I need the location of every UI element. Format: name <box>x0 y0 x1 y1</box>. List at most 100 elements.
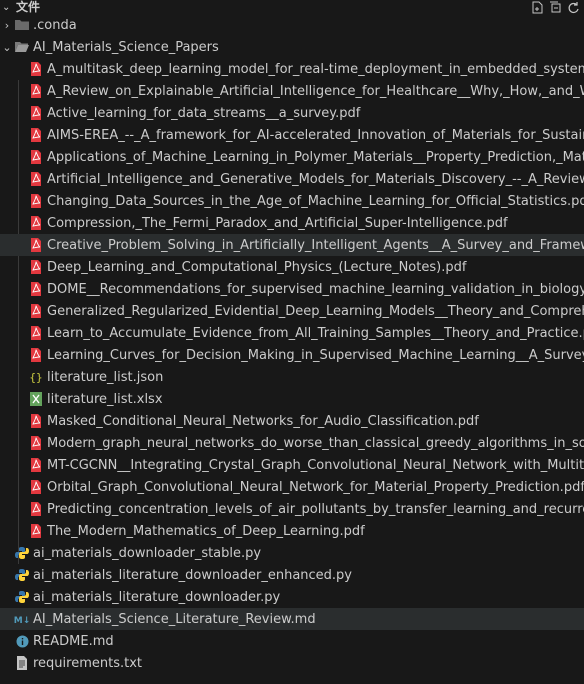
file-item[interactable]: Orbital_Graph_Convolutional_Neural_Netwo… <box>0 476 584 498</box>
file-item[interactable]: Applications_of_Machine_Learning_in_Poly… <box>0 146 584 168</box>
pdf-file-icon <box>28 193 44 209</box>
markdown-file-icon: M↓ <box>14 611 30 627</box>
file-label: Learn_to_Accumulate_Evidence_from_All_Tr… <box>47 325 584 341</box>
new-file-icon[interactable] <box>530 0 544 14</box>
file-label: Learning_Curves_for_Decision_Making_in_S… <box>47 347 584 363</box>
file-item[interactable]: Changing_Data_Sources_in_the_Age_of_Mach… <box>0 190 584 212</box>
file-item[interactable]: Artificial_Intelligence_and_Generative_M… <box>0 168 584 190</box>
folder-ai-materials-science-papers[interactable]: ⌄ AI_Materials_Science_Papers <box>0 36 584 58</box>
file-item[interactable]: A_Review_on_Explainable_Artificial_Intel… <box>0 80 584 102</box>
folder-icon <box>14 17 30 33</box>
file-label: MT-CGCNN__Integrating_Crystal_Graph_Conv… <box>47 457 584 473</box>
text-file-icon <box>14 655 30 671</box>
pdf-file-icon <box>28 149 44 165</box>
file-label: Changing_Data_Sources_in_the_Age_of_Mach… <box>47 193 584 209</box>
pdf-file-icon <box>28 61 44 77</box>
file-item[interactable]: Active_learning_for_data_streams__a_surv… <box>0 102 584 124</box>
file-item[interactable]: Modern_graph_neural_networks_do_worse_th… <box>0 432 584 454</box>
file-item[interactable]: literature_list.xlsx <box>0 388 584 410</box>
file-item[interactable]: Creative_Problem_Solving_in_Artificially… <box>0 234 584 256</box>
pdf-file-icon <box>28 457 44 473</box>
file-item[interactable]: A_multitask_deep_learning_model_for_real… <box>0 58 584 80</box>
python-file-icon <box>14 589 30 605</box>
svg-text:M↓: M↓ <box>14 616 30 625</box>
file-label: literature_list.json <box>47 369 164 385</box>
explorer-header: ⌄ 文件 <box>0 0 584 14</box>
file-label: literature_list.xlsx <box>47 391 163 407</box>
file-tree: › .conda ⌄ AI_Materials_Science_Papers A… <box>0 14 584 674</box>
file-label: README.md <box>33 633 114 649</box>
file-item[interactable]: Compression,_The_Fermi_Paradox_and_Artif… <box>0 212 584 234</box>
info-icon <box>14 633 30 649</box>
explorer-title: 文件 <box>16 0 41 14</box>
file-label: AIMS-EREA_--_A_framework_for_AI-accelera… <box>47 127 584 143</box>
file-label: Masked_Conditional_Neural_Networks_for_A… <box>47 413 479 429</box>
file-item[interactable]: ai_materials_downloader_stable.py <box>0 542 584 564</box>
open-folder-icon <box>14 39 30 55</box>
svg-text:{}: {} <box>29 371 42 384</box>
pdf-file-icon <box>28 105 44 121</box>
file-label: Generalized_Regularized_Evidential_Deep_… <box>47 303 584 319</box>
file-item[interactable]: M↓ AI_Materials_Science_Literature_Review… <box>0 608 584 630</box>
file-label: A_Review_on_Explainable_Artificial_Intel… <box>47 83 584 99</box>
pdf-file-icon <box>28 303 44 319</box>
pdf-file-icon <box>28 413 44 429</box>
file-label: ai_materials_literature_downloader_enhan… <box>33 567 352 583</box>
folder-label: AI_Materials_Science_Papers <box>33 39 219 55</box>
pdf-file-icon <box>28 501 44 517</box>
file-label: DOME__Recommendations_for_supervised_mac… <box>47 281 584 297</box>
file-item[interactable]: Predicting_concentration_levels_of_air_p… <box>0 498 584 520</box>
folder-conda[interactable]: › .conda <box>0 14 584 36</box>
file-item[interactable]: DOME__Recommendations_for_supervised_mac… <box>0 278 584 300</box>
json-file-icon: {} <box>28 369 44 385</box>
file-label: Applications_of_Machine_Learning_in_Poly… <box>47 149 584 165</box>
pdf-file-icon <box>28 325 44 341</box>
file-item[interactable]: Generalized_Regularized_Evidential_Deep_… <box>0 300 584 322</box>
file-label: AI_Materials_Science_Literature_Review.m… <box>33 611 316 627</box>
file-item[interactable]: The_Modern_Mathematics_of_Deep_Learning.… <box>0 520 584 542</box>
file-item[interactable]: README.md <box>0 630 584 652</box>
file-item[interactable]: Deep_Learning_and_Computational_Physics_… <box>0 256 584 278</box>
refresh-icon[interactable] <box>566 0 580 14</box>
pdf-file-icon <box>28 237 44 253</box>
pdf-file-icon <box>28 479 44 495</box>
file-item[interactable]: ai_materials_literature_downloader_enhan… <box>0 564 584 586</box>
file-label: Creative_Problem_Solving_in_Artificially… <box>47 237 584 253</box>
python-file-icon <box>14 545 30 561</box>
chevron-down-icon: ⌄ <box>2 40 12 54</box>
file-item[interactable]: MT-CGCNN__Integrating_Crystal_Graph_Conv… <box>0 454 584 476</box>
file-label: Active_learning_for_data_streams__a_surv… <box>47 105 361 121</box>
pdf-file-icon <box>28 215 44 231</box>
pdf-file-icon <box>28 259 44 275</box>
file-label: requirements.txt <box>33 655 143 671</box>
file-item[interactable]: AIMS-EREA_--_A_framework_for_AI-accelera… <box>0 124 584 146</box>
pdf-file-icon <box>28 347 44 363</box>
python-file-icon <box>14 567 30 583</box>
folder-label: .conda <box>33 17 77 33</box>
excel-file-icon <box>28 391 44 407</box>
file-label: Modern_graph_neural_networks_do_worse_th… <box>47 435 584 451</box>
file-label: Predicting_concentration_levels_of_air_p… <box>47 501 584 517</box>
file-label: Deep_Learning_and_Computational_Physics_… <box>47 259 467 275</box>
file-item[interactable]: Masked_Conditional_Neural_Networks_for_A… <box>0 410 584 432</box>
file-item[interactable]: Learn_to_Accumulate_Evidence_from_All_Tr… <box>0 322 584 344</box>
pdf-file-icon <box>28 171 44 187</box>
pdf-file-icon <box>28 523 44 539</box>
file-item[interactable]: ai_materials_literature_downloader.py <box>0 586 584 608</box>
pdf-file-icon <box>28 83 44 99</box>
collapse-all-icon[interactable] <box>548 0 562 14</box>
file-label: Artificial_Intelligence_and_Generative_M… <box>47 171 584 187</box>
pdf-file-icon <box>28 435 44 451</box>
file-label: ai_materials_downloader_stable.py <box>33 545 262 561</box>
file-label: Orbital_Graph_Convolutional_Neural_Netwo… <box>47 479 584 495</box>
file-label: The_Modern_Mathematics_of_Deep_Learning.… <box>47 523 365 539</box>
file-label: A_multitask_deep_learning_model_for_real… <box>47 61 584 77</box>
file-item[interactable]: {} literature_list.json <box>0 366 584 388</box>
pdf-file-icon <box>28 281 44 297</box>
chevron-right-icon: › <box>4 18 10 32</box>
file-item[interactable]: requirements.txt <box>0 652 584 674</box>
file-label: ai_materials_literature_downloader.py <box>33 589 281 605</box>
chevron-down-icon[interactable]: ⌄ <box>2 2 12 13</box>
file-item[interactable]: Learning_Curves_for_Decision_Making_in_S… <box>0 344 584 366</box>
pdf-file-icon <box>28 127 44 143</box>
